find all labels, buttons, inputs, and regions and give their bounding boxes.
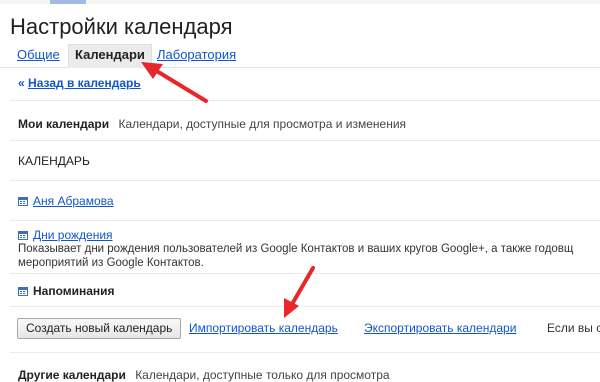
top-strip bbox=[0, 0, 600, 4]
annotation-arrow-import bbox=[284, 266, 315, 318]
calendar-row-reminders: Напоминания bbox=[18, 284, 115, 298]
calendar-row-birthdays: Дни рождения bbox=[18, 228, 113, 242]
create-calendar-button[interactable]: Создать новый календарь bbox=[17, 318, 182, 339]
page-title: Настройки календаря bbox=[10, 14, 233, 39]
divider bbox=[10, 100, 600, 101]
divider bbox=[10, 140, 600, 141]
import-calendar-link[interactable]: Импортировать календарь bbox=[189, 321, 338, 335]
calendar-icon bbox=[18, 231, 28, 240]
calendar-icon bbox=[18, 287, 28, 296]
tab-general[interactable]: Общие bbox=[11, 45, 66, 67]
divider bbox=[10, 352, 600, 353]
help-text-truncated: Если вы с bbox=[547, 321, 600, 335]
birthdays-description-line2: мероприятий из Google Контактов. bbox=[18, 257, 204, 269]
back-to-calendar-link[interactable]: « Назад в календарь bbox=[18, 76, 141, 90]
tab-calendars[interactable]: Календари bbox=[68, 44, 152, 68]
divider bbox=[10, 273, 600, 274]
divider bbox=[10, 306, 600, 307]
top-strip-accent bbox=[50, 0, 86, 4]
divider bbox=[10, 220, 600, 221]
calendar-link-anya[interactable]: Аня Абрамова bbox=[33, 194, 114, 208]
birthdays-description-line1: Показывает дни рождения пользователей из… bbox=[18, 243, 574, 255]
calendar-row-anya: Аня Абрамова bbox=[18, 194, 114, 208]
back-arrow-icon: « bbox=[18, 76, 25, 90]
calendar-link-birthdays[interactable]: Дни рождения bbox=[33, 228, 113, 242]
my-calendars-heading: Мои календари Календари, доступные для п… bbox=[18, 117, 406, 131]
calendar-icon bbox=[18, 197, 28, 206]
my-calendars-title: Мои календари bbox=[18, 117, 110, 131]
other-calendars-heading: Другие календари Календари, доступные то… bbox=[18, 368, 390, 382]
divider bbox=[10, 180, 600, 181]
other-calendars-title: Другие календари bbox=[18, 368, 126, 382]
settings-tabs: Общие Календари Лаборатория bbox=[0, 44, 600, 68]
my-calendars-description: Календари, доступные для просмотра и изм… bbox=[118, 117, 407, 131]
other-calendars-description: Календари, доступные только для просмотр… bbox=[135, 368, 390, 382]
back-link-label: Назад в календарь bbox=[28, 76, 141, 90]
calendar-column-header: КАЛЕНДАРЬ bbox=[18, 154, 90, 168]
export-calendars-link[interactable]: Экспортировать календари bbox=[364, 321, 516, 335]
tab-labs[interactable]: Лаборатория bbox=[151, 45, 242, 67]
calendar-name-reminders[interactable]: Напоминания bbox=[33, 284, 115, 298]
